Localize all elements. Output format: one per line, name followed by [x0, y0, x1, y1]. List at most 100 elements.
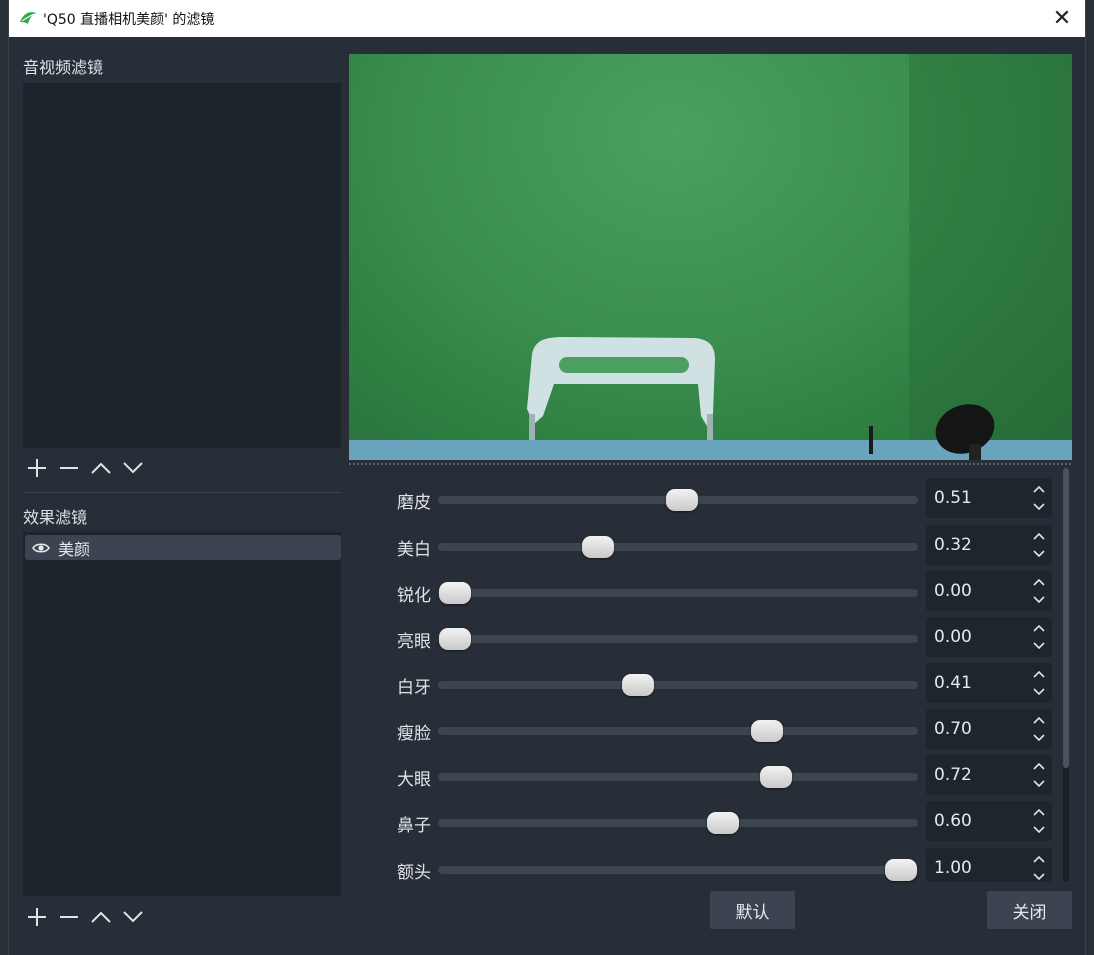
property-spinbox[interactable]: 1.00	[926, 848, 1052, 882]
slider-thumb[interactable]	[751, 720, 784, 742]
spin-down-icon[interactable]	[1032, 823, 1046, 837]
property-row-nose: 鼻子 0.60	[349, 801, 1059, 841]
property-label: 瘦脸	[397, 724, 431, 744]
property-label: 鼻子	[397, 816, 431, 836]
close-window-button[interactable]: ✕	[1039, 0, 1085, 37]
add-icon	[28, 908, 46, 926]
property-value: 1.00	[934, 858, 972, 878]
move-up-icon	[91, 911, 111, 923]
property-spinbox[interactable]: 0.00	[926, 617, 1052, 657]
add-icon	[28, 459, 46, 477]
spin-up-icon[interactable]	[1032, 529, 1046, 543]
property-spinbox[interactable]: 0.70	[926, 709, 1052, 749]
av-filters-toolbar	[26, 457, 144, 479]
effect-filter-name: 美颜	[58, 539, 91, 559]
property-value: 0.60	[934, 811, 972, 831]
move-up-av-filter-button[interactable]	[90, 457, 112, 479]
property-spinbox[interactable]: 0.60	[926, 801, 1052, 841]
preview-scene	[349, 54, 1072, 460]
move-down-icon	[123, 911, 143, 923]
spin-up-icon[interactable]	[1032, 713, 1046, 727]
property-slider[interactable]	[438, 489, 918, 511]
slider-thumb[interactable]	[666, 489, 699, 511]
move-down-av-filter-button[interactable]	[122, 457, 144, 479]
spin-up-icon[interactable]	[1032, 575, 1046, 589]
property-value: 0.32	[934, 535, 972, 555]
spin-down-icon[interactable]	[1032, 870, 1046, 884]
property-slider[interactable]	[438, 859, 918, 881]
property-spinbox[interactable]: 0.32	[926, 525, 1052, 565]
slider-thumb[interactable]	[706, 812, 739, 834]
property-row-slim-face: 瘦脸 0.70	[349, 709, 1059, 749]
av-filters-list[interactable]	[23, 83, 341, 448]
app-logo-icon	[20, 12, 36, 24]
property-slider[interactable]	[438, 812, 918, 834]
slider-thumb[interactable]	[439, 628, 471, 650]
close-button[interactable]: 关闭	[987, 891, 1072, 929]
move-up-effect-filter-button[interactable]	[90, 906, 112, 928]
spin-up-icon[interactable]	[1032, 667, 1046, 681]
property-label: 美白	[397, 540, 431, 560]
remove-effect-filter-button[interactable]	[58, 906, 80, 928]
spin-down-icon[interactable]	[1032, 593, 1046, 607]
property-slider[interactable]	[438, 628, 918, 650]
spin-up-icon[interactable]	[1032, 759, 1046, 773]
filters-dialog: 'Q50 直播相机美颜' 的滤镜 ✕ 音视频滤镜 效果滤镜 美颜 磨皮 0.51…	[9, 0, 1085, 955]
background-app-edge-left	[0, 0, 9, 955]
video-preview	[349, 54, 1072, 460]
add-av-filter-button[interactable]	[26, 457, 48, 479]
property-value: 0.51	[934, 488, 972, 508]
move-down-effect-filter-button[interactable]	[122, 906, 144, 928]
window-title: 'Q50 直播相机美颜' 的滤镜	[43, 12, 215, 28]
close-icon: ✕	[1052, 6, 1072, 31]
spin-up-icon[interactable]	[1032, 621, 1046, 635]
effect-filters-label: 效果滤镜	[23, 508, 88, 527]
spin-up-icon[interactable]	[1032, 482, 1046, 496]
spin-up-icon[interactable]	[1032, 852, 1046, 866]
property-slider[interactable]	[438, 766, 918, 788]
spin-down-icon[interactable]	[1032, 547, 1046, 561]
property-row-white-teeth: 白牙 0.41	[349, 663, 1059, 703]
property-spinbox[interactable]: 0.41	[926, 663, 1052, 703]
spin-down-icon[interactable]	[1032, 777, 1046, 791]
spin-down-icon[interactable]	[1032, 685, 1046, 699]
property-row-bright-eyes: 亮眼 0.00	[349, 617, 1059, 657]
spin-up-icon[interactable]	[1032, 805, 1046, 819]
property-slider[interactable]	[438, 674, 918, 696]
property-label: 亮眼	[397, 632, 431, 652]
slider-thumb[interactable]	[581, 536, 614, 558]
property-spinbox[interactable]: 0.00	[926, 571, 1052, 611]
effect-filter-item-beauty[interactable]: 美颜	[25, 535, 341, 560]
spin-down-icon[interactable]	[1032, 639, 1046, 653]
property-slider[interactable]	[438, 536, 918, 558]
property-label: 磨皮	[397, 493, 431, 513]
slider-thumb[interactable]	[621, 674, 654, 696]
scrollbar-thumb[interactable]	[1063, 468, 1069, 768]
remove-icon	[60, 467, 78, 469]
slider-thumb[interactable]	[885, 859, 917, 881]
property-spinbox[interactable]: 0.72	[926, 755, 1052, 795]
preview-splitter[interactable]	[349, 463, 1072, 465]
slider-thumb[interactable]	[439, 582, 471, 604]
slider-thumb[interactable]	[760, 766, 793, 788]
property-row-sharpen: 锐化 0.00	[349, 571, 1059, 611]
spin-down-icon[interactable]	[1032, 731, 1046, 745]
property-spinbox[interactable]: 0.51	[926, 478, 1052, 518]
property-value: 0.00	[934, 627, 972, 647]
background-app-edge-right	[1085, 0, 1094, 955]
defaults-button[interactable]: 默认	[710, 891, 795, 929]
property-slider[interactable]	[438, 720, 918, 742]
effect-filters-list[interactable]	[23, 532, 341, 896]
property-slider[interactable]	[438, 582, 918, 604]
property-label: 大眼	[397, 770, 431, 790]
left-panel-divider	[23, 492, 341, 493]
av-filters-label: 音视频滤镜	[23, 58, 104, 77]
eye-icon[interactable]	[32, 542, 50, 554]
add-effect-filter-button[interactable]	[26, 906, 48, 928]
property-value: 0.70	[934, 719, 972, 739]
remove-av-filter-button[interactable]	[58, 457, 80, 479]
move-up-icon	[91, 462, 111, 474]
properties-scrollbar[interactable]	[1063, 468, 1069, 882]
spin-down-icon[interactable]	[1032, 500, 1046, 514]
property-label: 额头	[397, 863, 431, 883]
